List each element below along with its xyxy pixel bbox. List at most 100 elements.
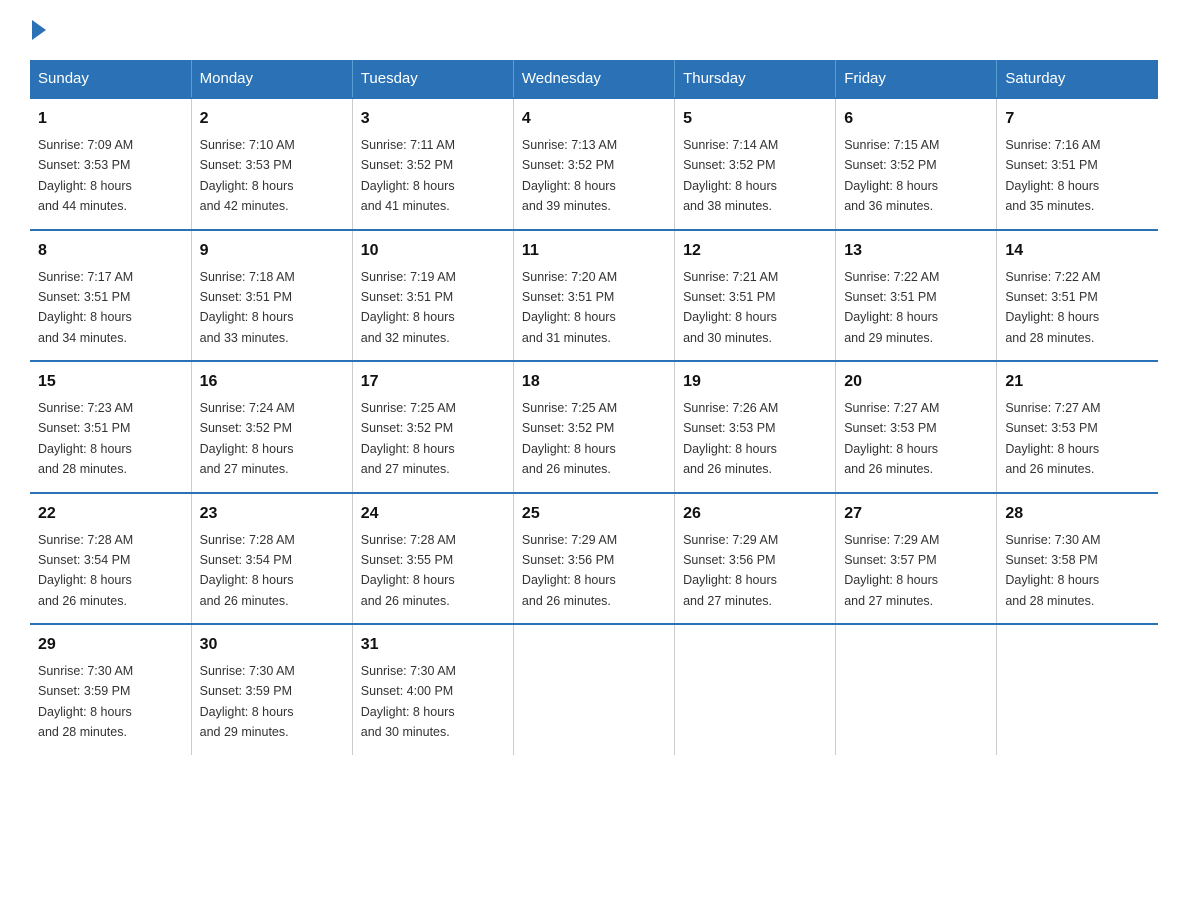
day-number: 17 bbox=[361, 370, 505, 394]
day-info: Sunrise: 7:29 AMSunset: 3:57 PMDaylight:… bbox=[844, 533, 939, 608]
calendar-table: SundayMondayTuesdayWednesdayThursdayFrid… bbox=[30, 60, 1158, 755]
day-info: Sunrise: 7:19 AMSunset: 3:51 PMDaylight:… bbox=[361, 270, 456, 345]
day-cell: 25 Sunrise: 7:29 AMSunset: 3:56 PMDaylig… bbox=[513, 493, 674, 625]
day-info: Sunrise: 7:28 AMSunset: 3:54 PMDaylight:… bbox=[200, 533, 295, 608]
day-cell: 17 Sunrise: 7:25 AMSunset: 3:52 PMDaylig… bbox=[352, 361, 513, 493]
day-number: 20 bbox=[844, 370, 988, 394]
day-cell: 22 Sunrise: 7:28 AMSunset: 3:54 PMDaylig… bbox=[30, 493, 191, 625]
calendar-header: SundayMondayTuesdayWednesdayThursdayFrid… bbox=[30, 60, 1158, 98]
day-info: Sunrise: 7:30 AMSunset: 3:59 PMDaylight:… bbox=[38, 664, 133, 739]
day-cell bbox=[836, 624, 997, 755]
week-row-1: 1 Sunrise: 7:09 AMSunset: 3:53 PMDayligh… bbox=[30, 98, 1158, 230]
day-number: 30 bbox=[200, 633, 344, 657]
day-number: 27 bbox=[844, 502, 988, 526]
calendar-body: 1 Sunrise: 7:09 AMSunset: 3:53 PMDayligh… bbox=[30, 98, 1158, 755]
day-cell: 19 Sunrise: 7:26 AMSunset: 3:53 PMDaylig… bbox=[675, 361, 836, 493]
day-info: Sunrise: 7:20 AMSunset: 3:51 PMDaylight:… bbox=[522, 270, 617, 345]
day-number: 16 bbox=[200, 370, 344, 394]
day-info: Sunrise: 7:22 AMSunset: 3:51 PMDaylight:… bbox=[844, 270, 939, 345]
day-number: 25 bbox=[522, 502, 666, 526]
day-cell: 18 Sunrise: 7:25 AMSunset: 3:52 PMDaylig… bbox=[513, 361, 674, 493]
day-info: Sunrise: 7:27 AMSunset: 3:53 PMDaylight:… bbox=[844, 401, 939, 476]
column-header-monday: Monday bbox=[191, 60, 352, 98]
day-number: 24 bbox=[361, 502, 505, 526]
day-cell: 5 Sunrise: 7:14 AMSunset: 3:52 PMDayligh… bbox=[675, 98, 836, 230]
day-cell: 9 Sunrise: 7:18 AMSunset: 3:51 PMDayligh… bbox=[191, 230, 352, 362]
day-number: 22 bbox=[38, 502, 183, 526]
day-info: Sunrise: 7:28 AMSunset: 3:55 PMDaylight:… bbox=[361, 533, 456, 608]
column-header-wednesday: Wednesday bbox=[513, 60, 674, 98]
day-info: Sunrise: 7:26 AMSunset: 3:53 PMDaylight:… bbox=[683, 401, 778, 476]
day-info: Sunrise: 7:15 AMSunset: 3:52 PMDaylight:… bbox=[844, 138, 939, 213]
week-row-3: 15 Sunrise: 7:23 AMSunset: 3:51 PMDaylig… bbox=[30, 361, 1158, 493]
day-cell: 30 Sunrise: 7:30 AMSunset: 3:59 PMDaylig… bbox=[191, 624, 352, 755]
day-cell: 10 Sunrise: 7:19 AMSunset: 3:51 PMDaylig… bbox=[352, 230, 513, 362]
day-info: Sunrise: 7:14 AMSunset: 3:52 PMDaylight:… bbox=[683, 138, 778, 213]
day-cell: 28 Sunrise: 7:30 AMSunset: 3:58 PMDaylig… bbox=[997, 493, 1158, 625]
day-cell bbox=[997, 624, 1158, 755]
day-info: Sunrise: 7:30 AMSunset: 4:00 PMDaylight:… bbox=[361, 664, 456, 739]
day-info: Sunrise: 7:11 AMSunset: 3:52 PMDaylight:… bbox=[361, 138, 455, 213]
logo-arrow-icon bbox=[32, 20, 46, 40]
day-number: 11 bbox=[522, 239, 666, 263]
week-row-4: 22 Sunrise: 7:28 AMSunset: 3:54 PMDaylig… bbox=[30, 493, 1158, 625]
day-cell: 24 Sunrise: 7:28 AMSunset: 3:55 PMDaylig… bbox=[352, 493, 513, 625]
day-info: Sunrise: 7:17 AMSunset: 3:51 PMDaylight:… bbox=[38, 270, 133, 345]
day-info: Sunrise: 7:29 AMSunset: 3:56 PMDaylight:… bbox=[683, 533, 778, 608]
day-cell: 8 Sunrise: 7:17 AMSunset: 3:51 PMDayligh… bbox=[30, 230, 191, 362]
day-cell bbox=[675, 624, 836, 755]
day-number: 21 bbox=[1005, 370, 1150, 394]
day-cell: 12 Sunrise: 7:21 AMSunset: 3:51 PMDaylig… bbox=[675, 230, 836, 362]
day-cell: 29 Sunrise: 7:30 AMSunset: 3:59 PMDaylig… bbox=[30, 624, 191, 755]
day-info: Sunrise: 7:10 AMSunset: 3:53 PMDaylight:… bbox=[200, 138, 295, 213]
day-number: 15 bbox=[38, 370, 183, 394]
day-info: Sunrise: 7:30 AMSunset: 3:58 PMDaylight:… bbox=[1005, 533, 1100, 608]
day-info: Sunrise: 7:25 AMSunset: 3:52 PMDaylight:… bbox=[522, 401, 617, 476]
day-cell: 15 Sunrise: 7:23 AMSunset: 3:51 PMDaylig… bbox=[30, 361, 191, 493]
week-row-5: 29 Sunrise: 7:30 AMSunset: 3:59 PMDaylig… bbox=[30, 624, 1158, 755]
day-number: 10 bbox=[361, 239, 505, 263]
day-info: Sunrise: 7:21 AMSunset: 3:51 PMDaylight:… bbox=[683, 270, 778, 345]
day-number: 4 bbox=[522, 107, 666, 131]
header-row: SundayMondayTuesdayWednesdayThursdayFrid… bbox=[30, 60, 1158, 98]
day-number: 18 bbox=[522, 370, 666, 394]
day-cell: 3 Sunrise: 7:11 AMSunset: 3:52 PMDayligh… bbox=[352, 98, 513, 230]
day-number: 9 bbox=[200, 239, 344, 263]
day-cell: 13 Sunrise: 7:22 AMSunset: 3:51 PMDaylig… bbox=[836, 230, 997, 362]
week-row-2: 8 Sunrise: 7:17 AMSunset: 3:51 PMDayligh… bbox=[30, 230, 1158, 362]
day-number: 6 bbox=[844, 107, 988, 131]
day-cell bbox=[513, 624, 674, 755]
column-header-thursday: Thursday bbox=[675, 60, 836, 98]
day-cell: 20 Sunrise: 7:27 AMSunset: 3:53 PMDaylig… bbox=[836, 361, 997, 493]
day-info: Sunrise: 7:23 AMSunset: 3:51 PMDaylight:… bbox=[38, 401, 133, 476]
column-header-sunday: Sunday bbox=[30, 60, 191, 98]
day-number: 7 bbox=[1005, 107, 1150, 131]
day-info: Sunrise: 7:09 AMSunset: 3:53 PMDaylight:… bbox=[38, 138, 133, 213]
day-cell: 2 Sunrise: 7:10 AMSunset: 3:53 PMDayligh… bbox=[191, 98, 352, 230]
day-number: 14 bbox=[1005, 239, 1150, 263]
day-info: Sunrise: 7:27 AMSunset: 3:53 PMDaylight:… bbox=[1005, 401, 1100, 476]
day-info: Sunrise: 7:28 AMSunset: 3:54 PMDaylight:… bbox=[38, 533, 133, 608]
day-cell: 27 Sunrise: 7:29 AMSunset: 3:57 PMDaylig… bbox=[836, 493, 997, 625]
day-cell: 31 Sunrise: 7:30 AMSunset: 4:00 PMDaylig… bbox=[352, 624, 513, 755]
day-number: 13 bbox=[844, 239, 988, 263]
day-info: Sunrise: 7:30 AMSunset: 3:59 PMDaylight:… bbox=[200, 664, 295, 739]
day-cell: 23 Sunrise: 7:28 AMSunset: 3:54 PMDaylig… bbox=[191, 493, 352, 625]
day-number: 26 bbox=[683, 502, 827, 526]
day-number: 8 bbox=[38, 239, 183, 263]
day-number: 3 bbox=[361, 107, 505, 131]
day-cell: 14 Sunrise: 7:22 AMSunset: 3:51 PMDaylig… bbox=[997, 230, 1158, 362]
day-number: 31 bbox=[361, 633, 505, 657]
day-info: Sunrise: 7:25 AMSunset: 3:52 PMDaylight:… bbox=[361, 401, 456, 476]
day-info: Sunrise: 7:16 AMSunset: 3:51 PMDaylight:… bbox=[1005, 138, 1100, 213]
page-header bbox=[30, 20, 1158, 40]
day-number: 29 bbox=[38, 633, 183, 657]
day-cell: 1 Sunrise: 7:09 AMSunset: 3:53 PMDayligh… bbox=[30, 98, 191, 230]
column-header-tuesday: Tuesday bbox=[352, 60, 513, 98]
day-cell: 16 Sunrise: 7:24 AMSunset: 3:52 PMDaylig… bbox=[191, 361, 352, 493]
day-info: Sunrise: 7:22 AMSunset: 3:51 PMDaylight:… bbox=[1005, 270, 1100, 345]
day-number: 19 bbox=[683, 370, 827, 394]
column-header-friday: Friday bbox=[836, 60, 997, 98]
day-cell: 4 Sunrise: 7:13 AMSunset: 3:52 PMDayligh… bbox=[513, 98, 674, 230]
day-number: 28 bbox=[1005, 502, 1150, 526]
